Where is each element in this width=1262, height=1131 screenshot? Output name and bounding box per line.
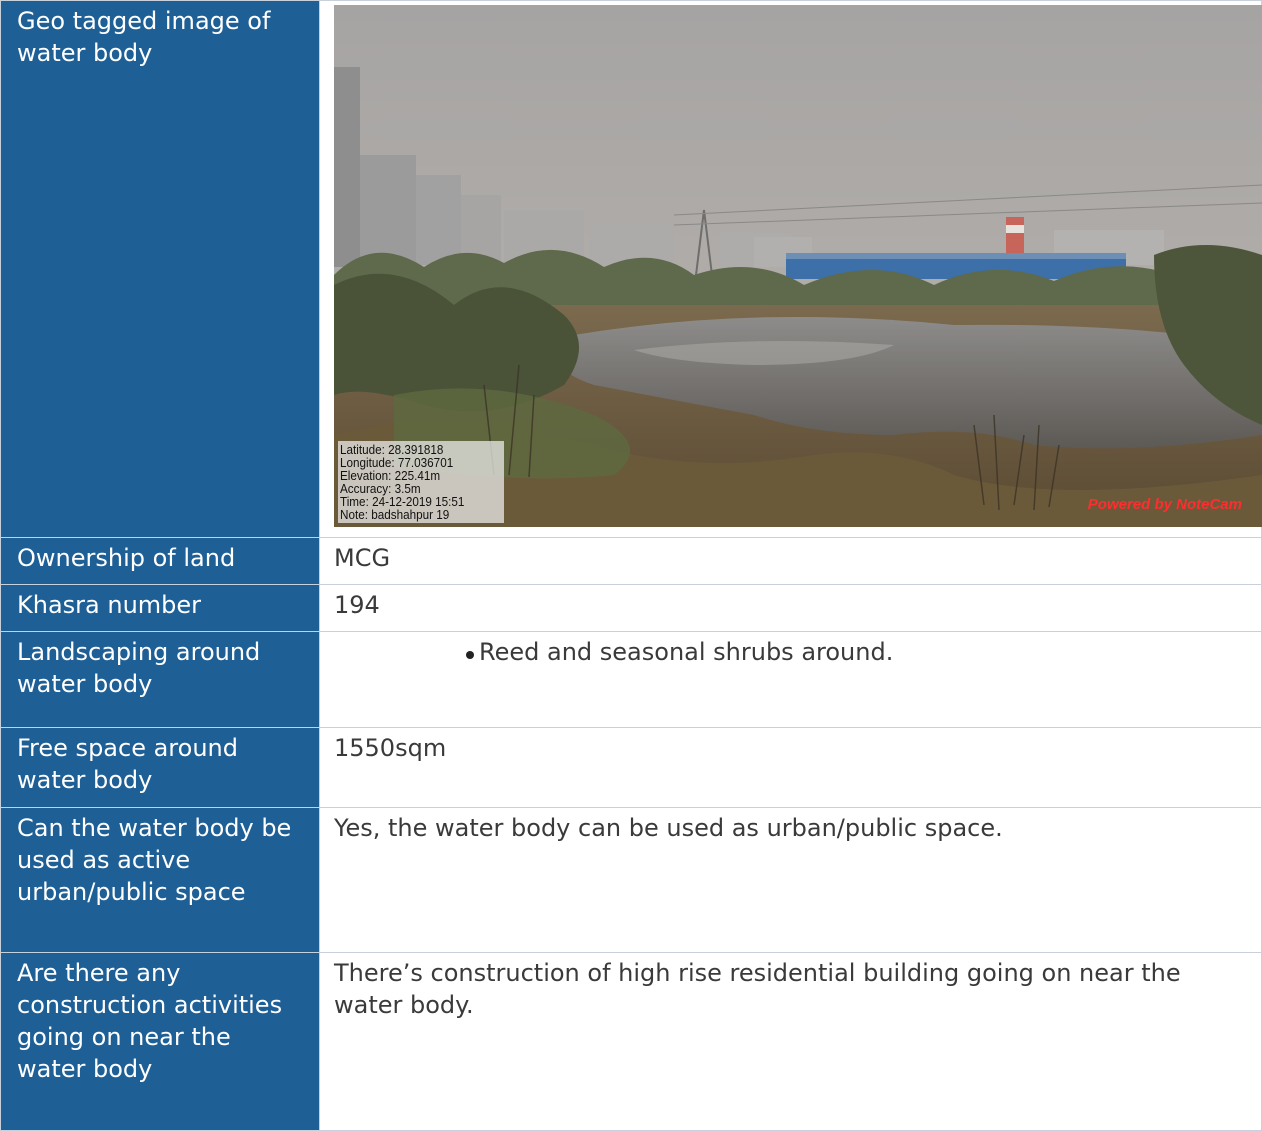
geo-stamp: Latitude: 28.391818 Longitude: 77.036701… <box>338 441 505 523</box>
value-ownership: MCG <box>319 537 1262 585</box>
geo-tagged-photo: Latitude: 28.391818 Longitude: 77.036701… <box>334 5 1262 527</box>
value-free-space: 1550sqm <box>319 727 1262 808</box>
stamp-note: Note: badshahpur 19 <box>340 507 450 522</box>
row-geo-image: Geo tagged image of water body Latitude:… <box>0 0 1262 538</box>
label-ownership: Ownership of land <box>0 537 320 585</box>
label-public-space: Can the water body be used as active urb… <box>0 807 320 953</box>
landscaping-item-text: Reed and seasonal shrubs around. <box>479 638 894 666</box>
label-construction: Are there any construction activities go… <box>0 952 320 1131</box>
bullet-icon <box>466 651 474 659</box>
label-khasra: Khasra number <box>0 584 320 632</box>
notecam-watermark: Powered by NoteCam <box>1087 496 1242 513</box>
row-free-space: Free space around water body 1550sqm <box>0 727 1262 808</box>
landscaping-list-item: Reed and seasonal shrubs around. <box>334 636 1247 668</box>
row-public-space: Can the water body be used as active urb… <box>0 807 1262 953</box>
row-khasra: Khasra number 194 <box>0 584 1262 632</box>
row-ownership: Ownership of land MCG <box>0 537 1262 585</box>
row-construction: Are there any construction activities go… <box>0 952 1262 1131</box>
label-free-space: Free space around water body <box>0 727 320 808</box>
row-landscaping: Landscaping around water body Reed and s… <box>0 631 1262 728</box>
cell-geo-image: Latitude: 28.391818 Longitude: 77.036701… <box>319 0 1262 538</box>
value-construction: There’s construction of high rise reside… <box>319 952 1262 1131</box>
water-body-info-table: Geo tagged image of water body Latitude:… <box>0 0 1262 1131</box>
label-geo-image: Geo tagged image of water body <box>0 0 320 538</box>
value-landscaping: Reed and seasonal shrubs around. <box>319 631 1262 728</box>
value-public-space: Yes, the water body can be used as urban… <box>319 807 1262 953</box>
label-landscaping: Landscaping around water body <box>0 631 320 728</box>
value-khasra: 194 <box>319 584 1262 632</box>
